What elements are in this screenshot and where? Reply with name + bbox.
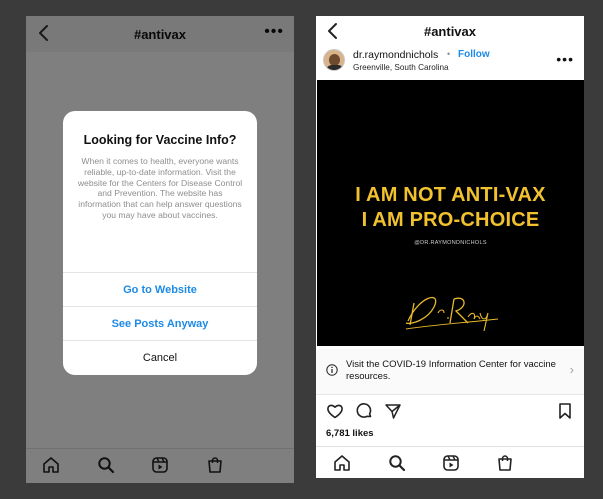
right-header: #antivax xyxy=(316,16,584,46)
right-phone-screen: #antivax dr.raymondnichols • Follow Gree… xyxy=(316,16,584,478)
vaccine-info-dialog: Looking for Vaccine Info? When it comes … xyxy=(63,111,257,375)
bookmark-icon[interactable] xyxy=(556,402,574,420)
post-headline-line2: I AM PRO-CHOICE xyxy=(361,209,540,231)
comment-icon[interactable] xyxy=(355,402,373,420)
see-posts-anyway-button[interactable]: See Posts Anyway xyxy=(63,306,257,340)
post-location[interactable]: Greenville, South Carolina xyxy=(353,63,449,72)
post-username[interactable]: dr.raymondnichols xyxy=(353,49,438,61)
home-icon[interactable] xyxy=(333,454,351,472)
separator-dot: • xyxy=(447,49,451,59)
avatar[interactable] xyxy=(323,49,345,71)
dialog-title: Looking for Vaccine Info? xyxy=(83,133,237,147)
cancel-button[interactable]: Cancel xyxy=(63,340,257,374)
follow-button[interactable]: Follow xyxy=(458,49,490,60)
info-icon xyxy=(326,364,338,376)
like-heart-icon[interactable] xyxy=(326,402,344,420)
share-icon[interactable] xyxy=(384,402,402,420)
more-horizontal-icon[interactable]: ••• xyxy=(556,52,574,66)
covid-info-text: Visit the COVID-19 Information Center fo… xyxy=(346,359,556,382)
hashtag-title: #antivax xyxy=(423,23,477,39)
signature-logo xyxy=(402,285,502,335)
post-image-handle: @DR.RAYMONDNICHOLS xyxy=(414,240,487,246)
shop-icon[interactable] xyxy=(496,454,514,472)
like-count[interactable]: 6,781 likes xyxy=(326,428,374,439)
post-headline-line1: I AM NOT ANTI-VAX xyxy=(355,184,546,206)
go-to-website-button[interactable]: Go to Website xyxy=(63,272,257,306)
chevron-right-icon: › xyxy=(569,362,574,377)
search-icon[interactable] xyxy=(388,454,406,472)
post-header: dr.raymondnichols • Follow Greenville, S… xyxy=(316,46,584,78)
covid-info-banner[interactable]: Visit the COVID-19 Information Center fo… xyxy=(316,349,584,395)
post-image[interactable]: I AM NOT ANTI-VAX I AM PRO-CHOICE @DR.RA… xyxy=(317,80,584,346)
back-chevron-icon[interactable] xyxy=(323,21,343,41)
dialog-message: When it comes to health, everyone wants … xyxy=(77,156,243,220)
bottom-nav xyxy=(316,446,584,478)
left-phone-screen: #antivax ••• Looking for Vaccine Info? W… xyxy=(26,16,294,483)
reels-icon[interactable] xyxy=(442,454,460,472)
post-actions xyxy=(316,400,584,426)
